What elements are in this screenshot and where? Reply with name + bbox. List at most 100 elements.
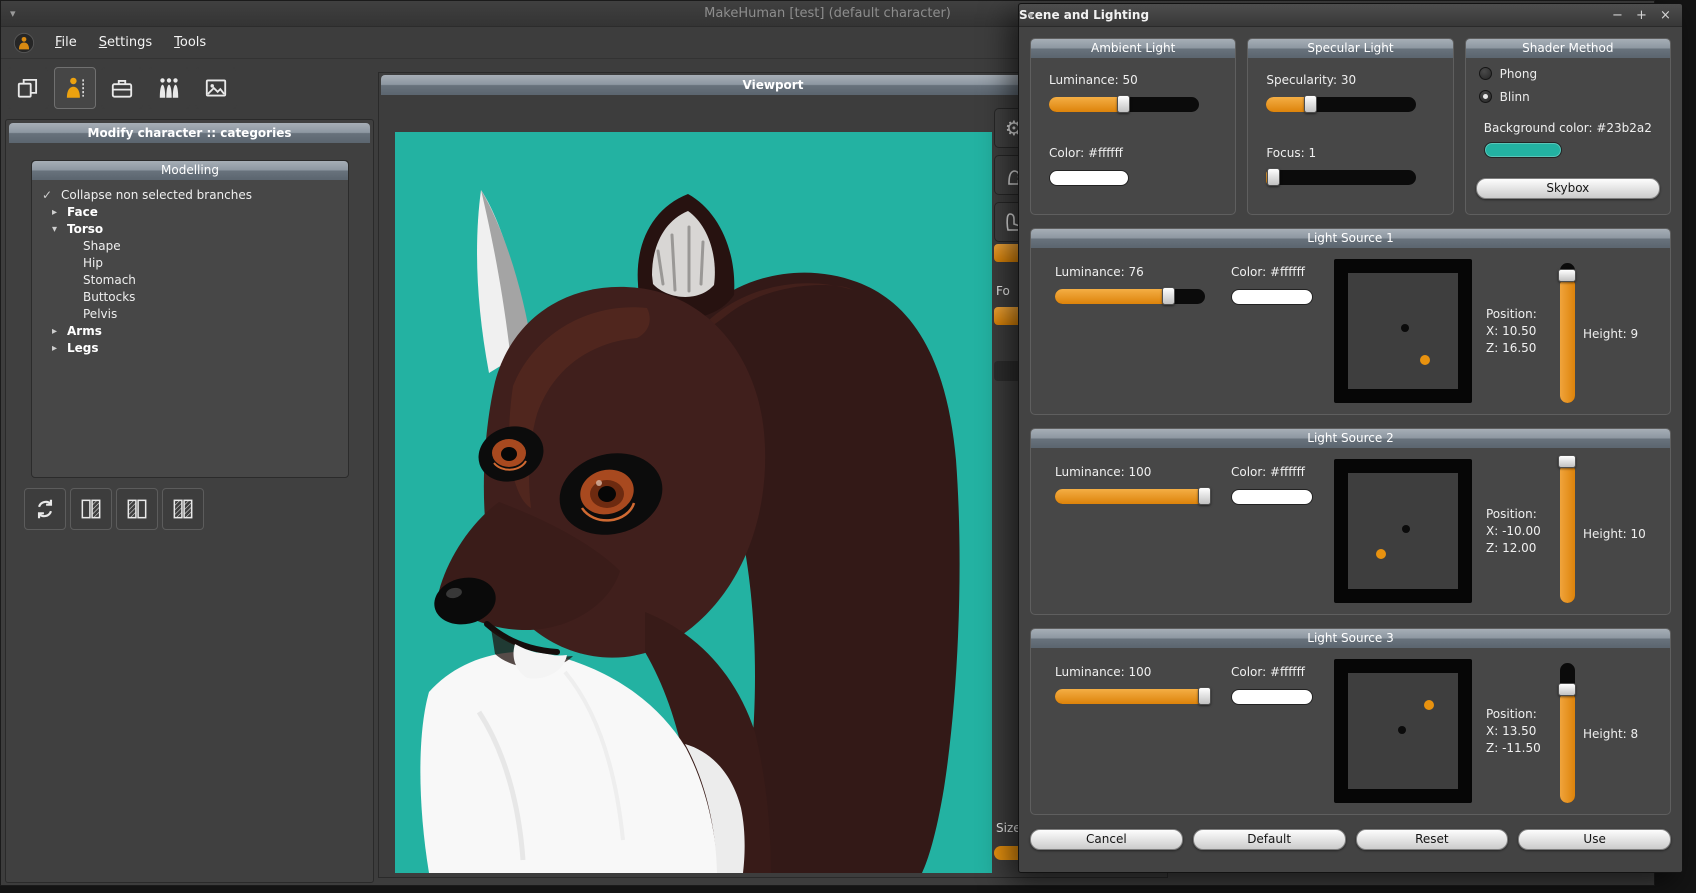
cancel-button[interactable]: Cancel [1030, 829, 1183, 850]
close-icon[interactable]: × [1659, 8, 1672, 23]
maximize-icon[interactable]: + [1635, 8, 1648, 23]
color-label: Color: #ffffff [1231, 665, 1305, 679]
menu-tools[interactable]: Tools [163, 28, 217, 58]
specularity-label: Specularity: 30 [1266, 73, 1356, 87]
symmetry-both-button[interactable] [162, 488, 204, 530]
toolbar-materials-button[interactable] [101, 67, 143, 109]
color-swatch[interactable] [1231, 689, 1313, 705]
color-label: Color: #ffffff [1231, 465, 1305, 479]
shader-option-blinn[interactable]: Blinn [1479, 89, 1530, 104]
slider-handle[interactable] [1558, 455, 1576, 468]
skybox-button[interactable]: Skybox [1476, 178, 1660, 199]
chevron-right-icon: ▸ [52, 323, 57, 340]
ambient-color-swatch[interactable] [1049, 170, 1129, 186]
window-menu-arrow-icon[interactable]: ▾ [10, 1, 16, 27]
makehuman-logo [13, 32, 35, 54]
panel-title: Light Source 1 [1031, 229, 1670, 248]
ambient-luminance-slider[interactable] [1049, 97, 1199, 112]
position-title: Position: [1486, 306, 1537, 323]
slider-handle[interactable] [1304, 95, 1317, 113]
toolbar-render-button[interactable] [195, 67, 237, 109]
height-slider[interactable] [1560, 463, 1575, 603]
minimize-icon[interactable]: − [1611, 8, 1624, 23]
map-area[interactable] [1348, 673, 1458, 789]
color-swatch[interactable] [1231, 489, 1313, 505]
light-dot[interactable] [1420, 355, 1430, 365]
focus-slider[interactable] [1266, 170, 1416, 185]
position-z: Z: -11.50 [1486, 740, 1541, 757]
slider-handle[interactable] [1558, 269, 1576, 282]
default-button[interactable]: Default [1193, 829, 1346, 850]
dialog-menu-arrow-icon[interactable]: ▾ [1028, 4, 1034, 27]
checkmark-icon: ✓ [42, 187, 52, 204]
luminance-slider[interactable] [1055, 689, 1205, 704]
origin-dot [1401, 324, 1409, 332]
shader-option-phong[interactable]: Phong [1479, 66, 1537, 81]
modelling-person-icon [62, 75, 88, 101]
height-slider[interactable] [1560, 663, 1575, 803]
light-dot[interactable] [1424, 700, 1434, 710]
category-tree: ✓ Collapse non selected branches ▸ Face … [32, 180, 348, 357]
radio-label: Phong [1500, 67, 1537, 81]
radio-icon [1479, 67, 1492, 80]
position-z: Z: 16.50 [1486, 340, 1537, 357]
luminance-slider[interactable] [1055, 489, 1205, 504]
slider-handle[interactable] [1198, 487, 1211, 505]
use-button[interactable]: Use [1518, 829, 1671, 850]
height-slider[interactable] [1560, 263, 1575, 403]
tree-item-arms[interactable]: ▸ Arms [32, 323, 348, 340]
light-dot[interactable] [1376, 549, 1386, 559]
slider-handle[interactable] [1267, 168, 1280, 186]
light-position-map[interactable] [1334, 259, 1472, 403]
tree-item-collapse-toggle[interactable]: ✓ Collapse non selected branches [32, 187, 348, 204]
position-readout: Position: X: 13.50 Z: -11.50 [1486, 706, 1541, 757]
map-area[interactable] [1348, 473, 1458, 589]
character-3d-model [395, 132, 992, 873]
left-panel-header: Modify character :: categories [9, 123, 370, 143]
slider-handle[interactable] [1162, 287, 1175, 305]
panel-title: Light Source 2 [1031, 429, 1670, 448]
slider-handle[interactable] [1558, 683, 1576, 696]
dialog-titlebar[interactable]: ▾ Scene and Lighting − + × [1019, 4, 1682, 27]
modify-character-panel: Modify character :: categories Modelling… [5, 119, 374, 883]
reset-button[interactable]: Reset [1356, 829, 1509, 850]
position-readout: Position: X: -10.00 Z: 12.00 [1486, 506, 1541, 557]
dock-partial-size-label: Size [996, 821, 1021, 835]
ambient-light-panel: Ambient Light Luminance: 50 Color: #ffff… [1030, 38, 1236, 215]
position-title: Position: [1486, 506, 1541, 523]
specularity-slider[interactable] [1266, 97, 1416, 112]
sync-symmetry-button[interactable] [24, 488, 66, 530]
menu-file[interactable]: File [44, 28, 88, 58]
color-label: Color: #ffffff [1231, 265, 1305, 279]
tree-item-hip[interactable]: Hip [32, 255, 348, 272]
map-area[interactable] [1348, 273, 1458, 389]
slider-handle[interactable] [1117, 95, 1130, 113]
color-swatch[interactable] [1231, 289, 1313, 305]
symmetry-right-button[interactable] [70, 488, 112, 530]
symmetry-left-button[interactable] [116, 488, 158, 530]
light-position-map[interactable] [1334, 459, 1472, 603]
panel-title: Specular Light [1248, 39, 1452, 58]
luminance-slider[interactable] [1055, 289, 1205, 304]
shader-method-panel: Shader Method Phong Blinn Background col… [1465, 38, 1671, 215]
toolbar-files-button[interactable] [7, 67, 49, 109]
tree-item-buttocks[interactable]: Buttocks [32, 289, 348, 306]
light-source-2-panel: Light Source 2 Luminance: 100 Color: #ff… [1030, 428, 1671, 615]
background-color-swatch[interactable] [1484, 142, 1562, 158]
toolbar-pose-button[interactable] [148, 67, 190, 109]
tree-item-torso[interactable]: ▾ Torso [32, 221, 348, 238]
tree-item-label: Pelvis [83, 306, 117, 323]
tree-item-face[interactable]: ▸ Face [32, 204, 348, 221]
tree-item-shape[interactable]: Shape [32, 238, 348, 255]
light-position-map[interactable] [1334, 659, 1472, 803]
height-label: Height: 9 [1583, 327, 1638, 341]
tree-item-legs[interactable]: ▸ Legs [32, 340, 348, 357]
viewport-canvas[interactable] [395, 132, 992, 873]
panel-title: Ambient Light [1031, 39, 1235, 58]
tree-item-pelvis[interactable]: Pelvis [32, 306, 348, 323]
dock-partial-focus-label: Fo [996, 284, 1010, 298]
slider-handle[interactable] [1198, 687, 1211, 705]
tree-item-stomach[interactable]: Stomach [32, 272, 348, 289]
toolbar-modelling-button[interactable] [54, 67, 96, 109]
menu-settings[interactable]: Settings [88, 28, 163, 58]
